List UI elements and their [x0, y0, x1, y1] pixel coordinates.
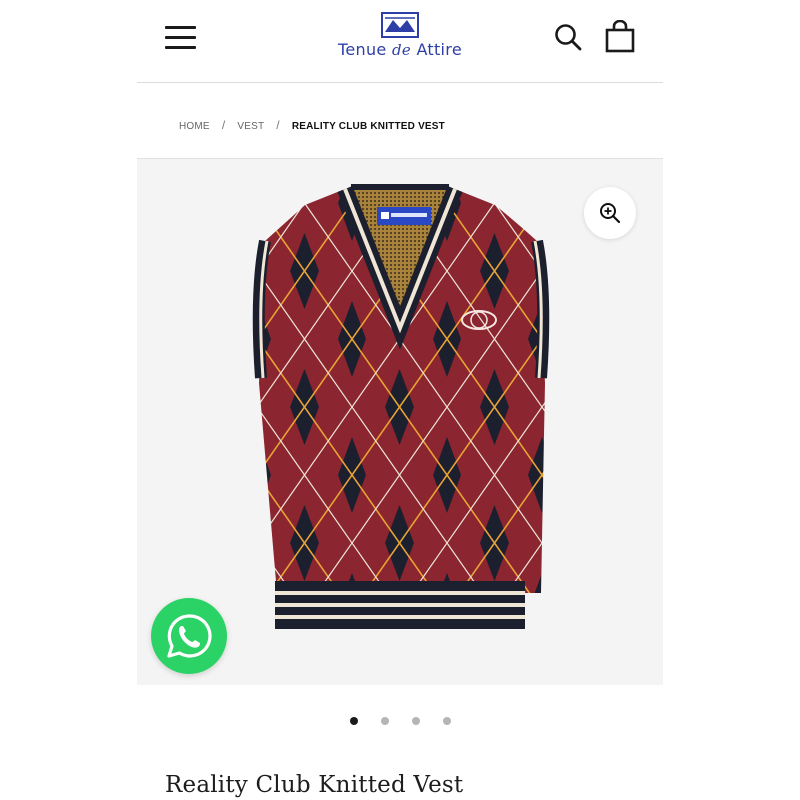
- gallery-dot-3[interactable]: [412, 717, 420, 725]
- brand-logo[interactable]: Tenue de Attire: [327, 12, 473, 68]
- product-page: Tenue de Attire HOME / VEST / REALITY CLUB K…: [137, 0, 663, 800]
- gallery-dot-2[interactable]: [381, 717, 389, 725]
- breadcrumb: HOME / VEST / REALITY CLUB KNITTED VEST: [179, 118, 445, 132]
- brand-name: Tenue de Attire: [338, 40, 462, 59]
- gallery-dot-4[interactable]: [443, 717, 451, 725]
- site-header: Tenue de Attire: [137, 0, 663, 83]
- shopping-bag-icon[interactable]: [604, 19, 636, 54]
- breadcrumb-separator: /: [221, 118, 226, 132]
- whatsapp-icon[interactable]: [151, 598, 227, 674]
- product-image-gallery[interactable]: [137, 158, 663, 685]
- logo-mark-icon: [381, 12, 419, 38]
- gallery-pagination: [137, 713, 663, 729]
- breadcrumb-separator: /: [276, 118, 280, 132]
- breadcrumb-vest[interactable]: VEST: [237, 121, 264, 132]
- product-image: [252, 184, 550, 629]
- product-title: Reality Club Knitted Vest: [165, 772, 464, 798]
- hamburger-menu-icon[interactable]: [165, 26, 197, 50]
- search-icon[interactable]: [553, 22, 583, 52]
- zoom-in-icon[interactable]: [584, 187, 636, 239]
- breadcrumb-current: REALITY CLUB KNITTED VEST: [291, 121, 445, 132]
- gallery-dot-1[interactable]: [350, 717, 358, 725]
- breadcrumb-home[interactable]: HOME: [179, 121, 210, 132]
